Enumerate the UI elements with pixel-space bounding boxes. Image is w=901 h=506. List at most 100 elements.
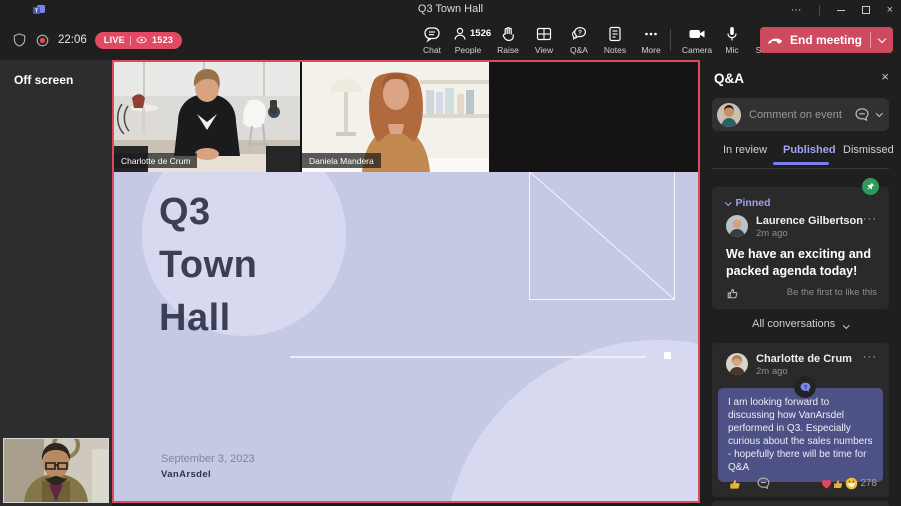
- pinned-message-text: We have an exciting and packed agenda to…: [726, 247, 871, 278]
- window-divider: [818, 4, 820, 16]
- message-author[interactable]: Charlotte de Crum: [756, 353, 852, 365]
- self-avatar: [717, 102, 741, 127]
- camera-icon: [689, 30, 705, 38]
- like-button-icon[interactable]: [726, 286, 740, 300]
- camera-label: Camera: [681, 45, 713, 55]
- tab-published[interactable]: Published: [783, 144, 836, 156]
- qna-label: Q&A: [570, 45, 588, 55]
- self-view-picture: [4, 439, 108, 502]
- notes-icon: [609, 26, 621, 42]
- conversations-filter[interactable]: All conversations: [700, 318, 901, 330]
- pin-icon: [867, 182, 875, 190]
- pinned-author[interactable]: Laurence Gilbertson: [756, 215, 863, 227]
- end-meeting-chevron-icon[interactable]: [877, 34, 887, 43]
- reactions-row: 278: [712, 475, 889, 493]
- window-minimize-icon[interactable]: [836, 9, 845, 11]
- presentation-slide: Q3 Town Hall September 3, 2023 VanArsdel: [114, 172, 698, 501]
- slide-line-endpoint: [664, 352, 671, 359]
- svg-text:?: ?: [578, 30, 582, 37]
- pin-badge: [862, 178, 879, 195]
- next-card-peek: [712, 501, 889, 506]
- qna-icon: ?: [571, 26, 587, 40]
- raise-label: Raise: [497, 45, 519, 55]
- thumbs-up-count-icon[interactable]: [832, 477, 845, 490]
- pinned-time: 2m ago: [756, 228, 788, 239]
- end-meeting-label: End meeting: [789, 33, 862, 47]
- people-count-badge: 1526: [470, 28, 492, 39]
- tab-in-review[interactable]: In review: [723, 144, 767, 156]
- camera-button[interactable]: Camera: [678, 25, 716, 59]
- off-screen-label: Off screen: [14, 73, 74, 87]
- window-title: Q3 Town Hall: [417, 3, 484, 15]
- tabs-divider: [712, 168, 889, 169]
- participant-video-charlotte[interactable]: Charlotte de Crum: [114, 62, 300, 172]
- chat-button[interactable]: Chat: [413, 25, 451, 59]
- more-label: More: [641, 45, 661, 55]
- slide-title: Q3 Town Hall: [159, 191, 258, 339]
- slide-logo: VanArsdel: [161, 469, 212, 480]
- svg-text:?: ?: [803, 384, 807, 390]
- self-view-video[interactable]: [3, 438, 109, 503]
- title-bar: T Q3 Town Hall ··· ×: [0, 0, 901, 20]
- comment-placeholder: Comment on event: [749, 108, 842, 121]
- laughing-reaction-icon[interactable]: [845, 477, 858, 490]
- shield-icon[interactable]: [12, 32, 27, 48]
- notes-label: Notes: [603, 45, 627, 55]
- slide-placeholder-diagonal: [529, 172, 675, 300]
- people-icon: [454, 27, 466, 40]
- comment-mode-icon[interactable]: [854, 107, 870, 123]
- laurence-avatar: [726, 215, 748, 237]
- comment-mode-chevron-icon[interactable]: [875, 109, 882, 117]
- qna-button[interactable]: ? Q&A: [560, 25, 598, 63]
- viewers-eye-icon: [136, 36, 147, 44]
- viewer-count: 1523: [152, 35, 174, 45]
- mic-button[interactable]: Mic: [713, 25, 751, 59]
- end-meeting-button[interactable]: End meeting: [759, 27, 893, 53]
- view-button[interactable]: View: [525, 25, 563, 59]
- people-label: People: [454, 45, 482, 55]
- hang-up-icon: [767, 38, 783, 44]
- raise-hand-icon: [502, 27, 514, 41]
- slide-date: September 3, 2023: [161, 453, 255, 465]
- view-label: View: [534, 45, 554, 55]
- thumbs-up-reaction-icon[interactable]: [728, 476, 743, 491]
- message-bubble: I am looking forward to discussing how V…: [718, 388, 883, 482]
- slide-placeholder-square: [529, 172, 675, 300]
- mic-icon: [727, 27, 737, 41]
- pinned-more-icon[interactable]: ···: [863, 213, 877, 225]
- reaction-count: 278: [860, 478, 877, 489]
- meeting-toolbar: 22:06 LIVE 1523 Chat 1526 People Raise V…: [0, 20, 901, 63]
- charlotte-avatar: [726, 353, 748, 375]
- qa-panel-title: Q&A: [714, 71, 744, 86]
- comment-reaction-icon[interactable]: [756, 476, 771, 491]
- participant-video-daniela[interactable]: Daniela Mandera: [302, 62, 489, 172]
- question-message-card: Charlotte de Crum 2m ago ··· ? I am look…: [712, 343, 889, 497]
- mic-label: Mic: [725, 45, 739, 55]
- window-maximize-icon[interactable]: [861, 6, 870, 14]
- toolbar-divider: [670, 29, 671, 51]
- people-button[interactable]: 1526 People: [449, 25, 491, 59]
- comment-input[interactable]: Comment on event: [712, 98, 889, 131]
- video-row: Charlotte de Crum Daniela Mandera: [114, 62, 698, 172]
- raise-hand-button[interactable]: Raise: [489, 25, 527, 59]
- tab-dismissed[interactable]: Dismissed: [843, 144, 894, 156]
- notes-button[interactable]: Notes: [596, 25, 634, 59]
- participant-name-tag: Charlotte de Crum: [114, 153, 198, 168]
- filter-chevron-icon: [843, 321, 850, 328]
- window-more-icon[interactable]: ···: [791, 0, 802, 20]
- window-close-icon[interactable]: ×: [887, 0, 893, 20]
- chat-icon: [424, 27, 440, 43]
- chat-label: Chat: [423, 45, 441, 55]
- more-button[interactable]: More: [632, 25, 670, 59]
- record-indicator-icon: [36, 34, 49, 46]
- shared-screen-stage: Charlotte de Crum Daniela Mandera Q3 Tow…: [112, 60, 700, 503]
- more-icon: [645, 32, 657, 36]
- qa-panel: Q&A × Comment on event In review Publish…: [700, 60, 901, 506]
- message-more-icon[interactable]: ···: [863, 351, 877, 363]
- qa-close-icon[interactable]: ×: [881, 69, 889, 84]
- live-badge: LIVE 1523: [94, 31, 183, 49]
- slide-decor-circle-bottom: [444, 340, 698, 501]
- pinned-message-card: Pinned Laurence Gilbertson 2m ago ··· We…: [712, 178, 889, 309]
- teams-meeting-window: T Q3 Town Hall ··· × 22:06 LIVE 1523 Cha…: [0, 0, 901, 506]
- pinned-label[interactable]: Pinned: [725, 197, 771, 209]
